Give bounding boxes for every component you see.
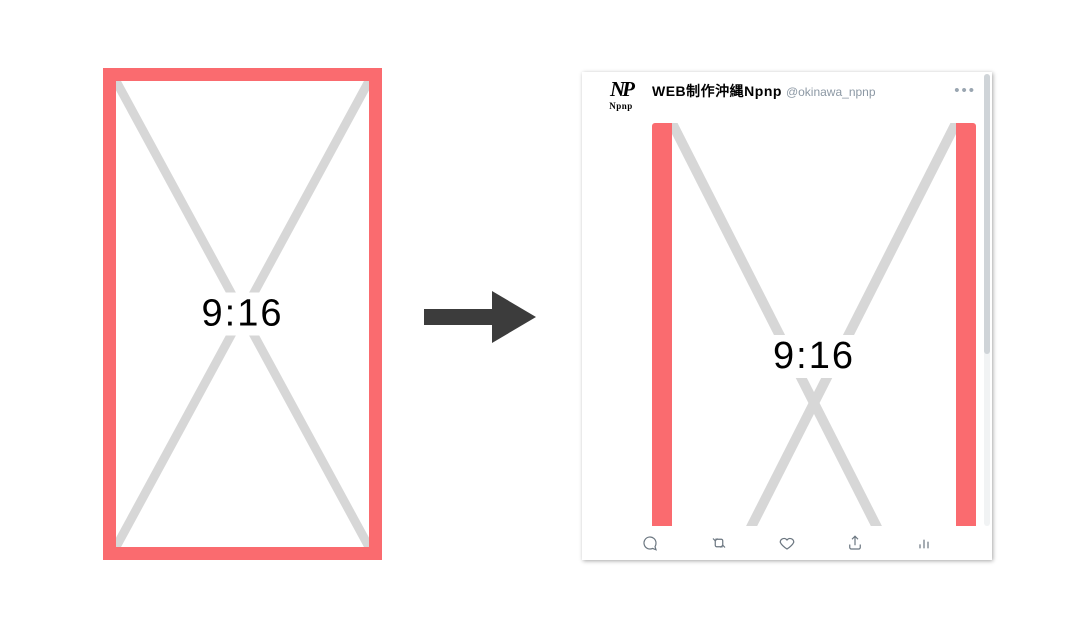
placeholder-x-icon xyxy=(672,123,956,526)
tweet-preview-card: NP Npnp WEB制作沖縄Npnp @okinawa_npnp ••• 9 xyxy=(582,72,992,560)
like-icon[interactable] xyxy=(774,533,800,553)
reply-icon[interactable] xyxy=(637,533,663,553)
crop-band-left xyxy=(652,123,672,526)
more-options-icon[interactable]: ••• xyxy=(950,83,980,98)
tweet-action-bar xyxy=(582,526,992,560)
display-name[interactable]: WEB制作沖縄Npnp xyxy=(652,81,782,101)
tweet-author-line: WEB制作沖縄Npnp @okinawa_npnp xyxy=(652,79,950,101)
placeholder-x-area xyxy=(672,123,956,526)
tweet-header: NP Npnp WEB制作沖縄Npnp @okinawa_npnp ••• xyxy=(582,72,992,123)
scrollbar[interactable] xyxy=(984,74,990,526)
analytics-icon[interactable] xyxy=(911,533,937,553)
tweet-media-cropped-image: 9:16 xyxy=(652,123,976,526)
scrollbar-thumb[interactable] xyxy=(984,74,990,354)
avatar[interactable]: NP Npnp xyxy=(600,79,642,121)
diagram-stage: 9:16 NP Npnp WEB制作沖縄Npnp @okinawa_npnp •… xyxy=(0,0,1091,630)
avatar-logo-text: NP xyxy=(610,79,632,100)
source-image-inner: 9:16 xyxy=(116,81,369,547)
source-image-card: 9:16 xyxy=(103,68,382,560)
retweet-icon[interactable] xyxy=(706,533,732,553)
arrow-right-icon xyxy=(424,291,536,343)
aspect-ratio-label: 9:16 xyxy=(194,293,292,336)
avatar-sub-text: Npnp xyxy=(609,102,633,111)
share-icon[interactable] xyxy=(842,533,868,553)
user-handle[interactable]: @okinawa_npnp xyxy=(786,85,876,99)
tweet-media-area[interactable]: 9:16 xyxy=(652,123,976,526)
aspect-ratio-label: 9:16 xyxy=(765,335,863,378)
crop-band-right xyxy=(956,123,976,526)
